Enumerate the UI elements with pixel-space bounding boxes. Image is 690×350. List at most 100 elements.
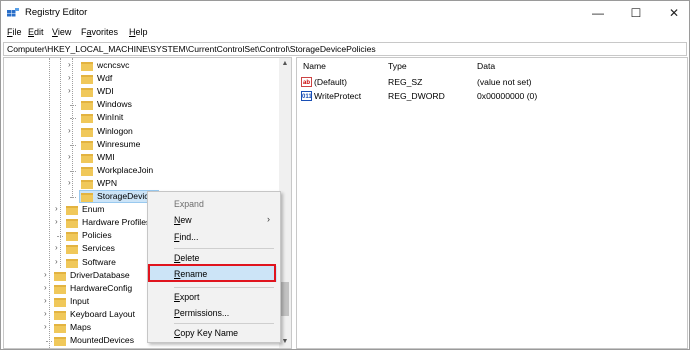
tree-item-label: Hardware Profiles [82,217,151,228]
tree-item-label: Software [82,256,116,267]
folder-icon [66,219,78,229]
folder-icon [66,206,78,216]
expand-chevron-icon[interactable]: › [44,296,52,305]
tree-item-label: WinInit [97,112,124,123]
tree-item-label: WDI [97,86,114,97]
menu-item-copy-key-name[interactable]: Copy Key Name [148,325,280,341]
tree-guide-line [70,105,76,107]
tree-item[interactable]: WorkplaceJoin [4,165,279,178]
tree-item-label: Winlogon [97,125,133,136]
string-value-icon: ab [301,77,312,87]
menu-separator [174,248,274,249]
tree-item[interactable]: › WPN [4,178,279,191]
close-button[interactable]: ✕ [655,1,690,25]
menu-help[interactable]: Help [129,27,148,37]
menu-favorites[interactable]: Favorites [81,27,118,37]
expand-chevron-icon[interactable]: › [55,243,63,252]
expand-chevron-icon[interactable]: › [68,86,76,95]
folder-icon [81,75,93,85]
folder-icon [81,114,93,124]
tree-item-label: WPN [97,177,118,188]
folder-icon [81,193,93,202]
value-data: (value not set) [477,77,532,87]
scroll-up-arrow-icon[interactable]: ▲ [279,58,291,70]
folder-icon [81,153,93,163]
maximize-button[interactable]: ☐ [617,1,655,25]
menu-edit[interactable]: Edit [28,27,44,37]
menu-file[interactable]: File [7,27,22,37]
tree-item[interactable]: WinInit [4,112,279,125]
menu-item-export[interactable]: Export [148,289,280,305]
rename-highlight-box [148,264,276,282]
folder-icon [81,127,93,137]
tree-item[interactable]: › Winlogon [4,126,279,139]
tree-item-label: HardwareConfig [70,282,133,293]
folder-icon [66,258,78,268]
column-header-type[interactable]: Type [388,61,407,71]
column-header-data[interactable]: Data [477,61,495,71]
tree-item-label: Keyboard Layout [70,308,135,319]
tree-item-label: Services [82,243,115,254]
value-type: REG_DWORD [388,91,445,101]
expand-chevron-icon[interactable]: › [68,73,76,82]
tree-item[interactable]: › WMI [4,152,279,165]
tree-item[interactable]: › WDI [4,86,279,99]
menu-item-find[interactable]: Find... [148,229,280,245]
expand-chevron-icon[interactable]: › [44,270,52,279]
address-path[interactable]: Computer\HKEY_LOCAL_MACHINE\SYSTEM\Curre… [7,44,376,54]
tree-item-label: MountedDevices [70,335,135,346]
submenu-arrow-icon: › [267,214,270,224]
tree-item[interactable]: › wcncsvc [4,60,279,73]
tree-item-label: Policies [82,230,112,241]
tree-guide-line [70,118,76,120]
expand-chevron-icon[interactable]: › [44,283,52,292]
menu-view[interactable]: View [52,27,71,37]
folder-icon [54,310,66,320]
expand-chevron-icon[interactable]: › [55,204,63,213]
expand-chevron-icon[interactable]: › [44,322,52,331]
value-name: WriteProtect [314,91,362,101]
minimize-button[interactable]: — [579,1,617,25]
folder-icon [66,232,78,242]
window-title: Registry Editor [25,7,88,18]
scrollbar-thumb[interactable] [281,282,289,316]
tree-item-label: WMI [97,151,115,162]
registry-editor-icon [7,8,19,17]
column-header-name[interactable]: Name [303,61,326,71]
expand-chevron-icon[interactable]: › [55,217,63,226]
expand-chevron-icon[interactable]: › [68,126,76,135]
folder-icon [54,324,66,333]
tree-item-label: Wdf [97,73,113,84]
tree-item-label: Windows [97,99,132,110]
tree-item-label: Input [70,295,90,306]
menu-item-expand[interactable]: Expand [148,196,280,212]
tree-item-label: Maps [70,322,92,332]
expand-chevron-icon[interactable]: › [68,152,76,161]
folder-icon [81,88,93,98]
expand-chevron-icon[interactable]: › [44,309,52,318]
dword-value-icon: 011 [301,91,312,101]
folder-icon [54,271,66,281]
folder-icon [54,337,66,347]
expand-chevron-icon[interactable]: › [68,60,76,69]
expand-chevron-icon[interactable]: › [55,257,63,266]
menu-item-permissions[interactable]: Permissions... [148,305,280,321]
tree-item[interactable]: › Wdf [4,73,279,86]
expand-chevron-icon[interactable]: › [68,178,76,187]
tree-item-label: WorkplaceJoin [97,164,154,175]
tree-item-label: DriverDatabase [70,269,130,280]
title-bar[interactable]: Registry Editor — ☐ ✕ [1,1,689,25]
tree-item[interactable]: Winresume [4,139,279,152]
tree-item-label: wcncsvc [97,60,130,70]
tree-item-label: Winresume [97,138,141,149]
menu-item-new[interactable]: New › [148,212,280,228]
tree-item[interactable]: Windows [4,99,279,112]
address-bar[interactable]: Computer\HKEY_LOCAL_MACHINE\SYSTEM\Curre… [3,42,687,56]
folder-icon [81,179,93,189]
folder-icon [81,140,93,150]
tree-guide-line [70,144,76,146]
registry-editor-window: Registry Editor — ☐ ✕ File Edit View Fav… [0,0,690,350]
values-list-pane[interactable]: Name Type Data ab (Default) REG_SZ (valu… [296,57,688,349]
folder-icon [81,62,93,71]
tree-guide-line [70,197,76,198]
